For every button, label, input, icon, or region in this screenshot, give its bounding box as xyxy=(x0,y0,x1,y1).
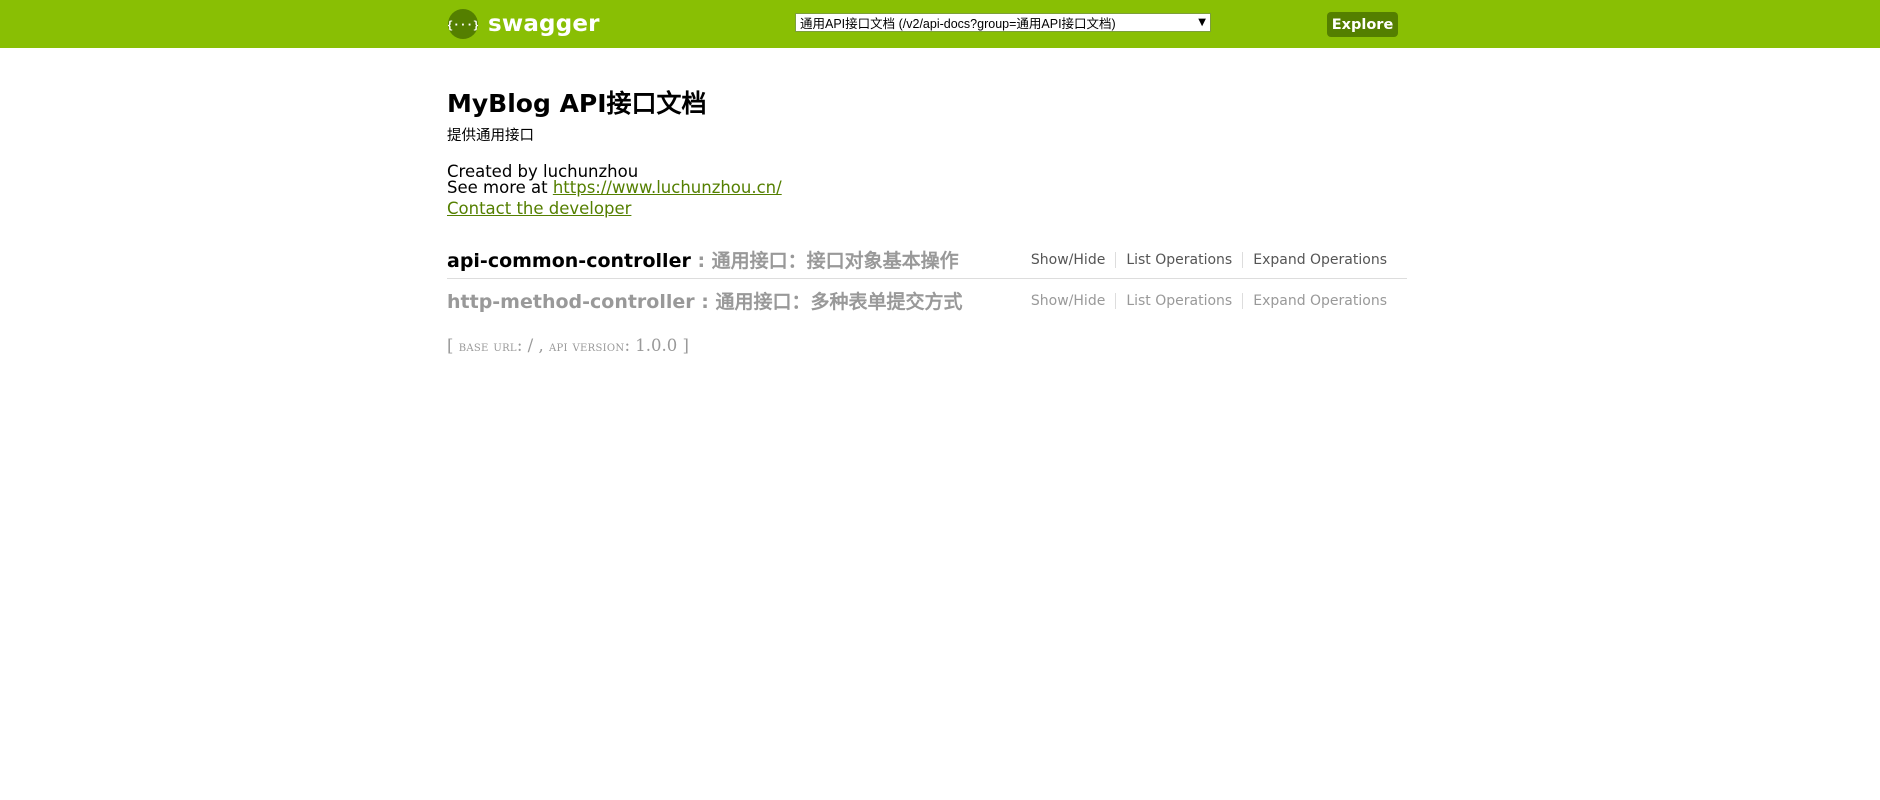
expand-operations-link[interactable]: Expand Operations xyxy=(1243,293,1397,309)
base-url-label: base url xyxy=(458,339,517,355)
list-operations-link[interactable]: List Operations xyxy=(1116,252,1242,268)
show-hide-link[interactable]: Show/Hide xyxy=(1021,252,1115,268)
resource-heading[interactable]: api-common-controller : 通用接口：接口对象基本操作 xyxy=(447,246,959,273)
api-spec-select[interactable]: 通用API接口文档 (/v2/api-docs?group=通用API接口文档)… xyxy=(795,13,1211,32)
svg-text:{···}: {···} xyxy=(448,19,478,32)
see-more-prefix: See more at xyxy=(447,178,553,197)
resource-heading[interactable]: http-method-controller : 通用接口：多种表单提交方式 xyxy=(447,287,962,314)
bracket-close: ] xyxy=(677,336,689,355)
website-link[interactable]: https://www.luchunzhou.cn/ xyxy=(553,178,782,197)
resource-name[interactable]: http-method-controller xyxy=(447,291,695,313)
resource-description: : 通用接口：接口对象基本操作 xyxy=(690,250,959,272)
contact-developer-link[interactable]: Contact the developer xyxy=(447,199,631,218)
expand-operations-link[interactable]: Expand Operations xyxy=(1243,252,1397,268)
api-description: 提供通用接口 xyxy=(447,128,534,144)
api-version-label: api version xyxy=(548,339,625,355)
see-more-line: See more at https://www.luchunzhou.cn/ xyxy=(447,178,782,197)
brand-name: swagger xyxy=(488,11,600,37)
show-hide-link[interactable]: Show/Hide xyxy=(1021,293,1115,309)
top-header-bar: {···} swagger 通用API接口文档 (/v2/api-docs?gr… xyxy=(0,0,1880,48)
api-spec-select-value: 通用API接口文档 (/v2/api-docs?group=通用API接口文档) xyxy=(800,17,1116,31)
explore-button[interactable]: Explore xyxy=(1327,12,1398,37)
api-base-info: [ base url: / , api version: 1.0.0 ] xyxy=(447,336,689,355)
list-operations-link[interactable]: List Operations xyxy=(1116,293,1242,309)
swagger-logo-icon: {···} xyxy=(448,9,478,39)
resource-http-method-controller: http-method-controller : 通用接口：多种表单提交方式 S… xyxy=(447,282,1407,320)
swagger-brand-link[interactable]: {···} swagger xyxy=(448,9,600,39)
colon: : xyxy=(624,336,636,355)
resource-operations: Show/Hide List Operations Expand Operati… xyxy=(1021,293,1397,309)
separator: , xyxy=(533,336,549,355)
api-version-value: 1.0.0 xyxy=(635,336,678,355)
resource-name[interactable]: api-common-controller xyxy=(447,250,691,272)
api-title: MyBlog API接口文档 xyxy=(447,89,707,118)
resource-api-common-controller: api-common-controller : 通用接口：接口对象基本操作 Sh… xyxy=(447,241,1407,279)
contact-line: Contact the developer xyxy=(447,199,631,218)
dropdown-caret-icon: ▼ xyxy=(1198,16,1206,28)
colon: : xyxy=(516,336,528,355)
resource-description: : 通用接口：多种表单提交方式 xyxy=(694,291,963,313)
resource-operations: Show/Hide List Operations Expand Operati… xyxy=(1021,252,1397,268)
bracket-open: [ xyxy=(447,336,459,355)
